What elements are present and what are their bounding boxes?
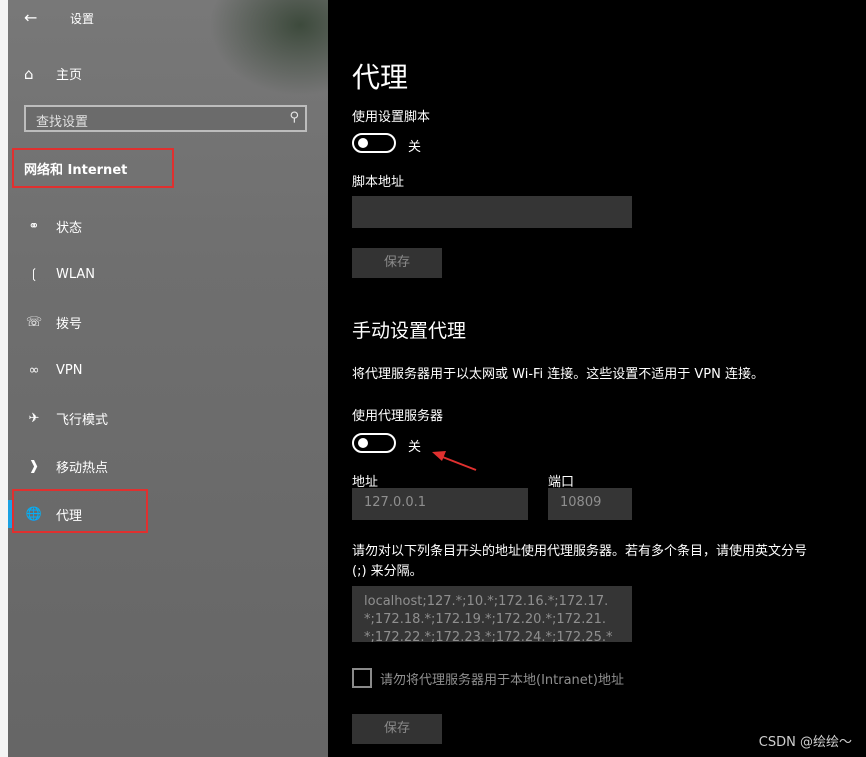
arrow-left-icon[interactable]: ← xyxy=(24,8,37,27)
proxy-toggle-label: 使用代理服务器 xyxy=(352,409,444,424)
globe-status-icon: ⚭ xyxy=(28,218,40,234)
manual-proxy-heading: 手动设置代理 xyxy=(352,320,467,342)
page-title: 代理 xyxy=(352,61,409,94)
home-icon: ⌂ xyxy=(24,64,34,83)
search-input[interactable]: 查找设置 ⚲ xyxy=(24,105,307,132)
search-icon[interactable]: ⚲ xyxy=(289,110,299,125)
vpn-icon: ∞ xyxy=(28,362,40,378)
script-address-input[interactable] xyxy=(352,196,632,228)
exceptions-description: 请勿对以下列条目开头的地址使用代理服务器。若有多个条目，请使用英文分号 (;) … xyxy=(352,544,808,579)
sidebar-item-status[interactable]: ⚭ 状态 xyxy=(24,214,82,238)
sidebar-item-proxy[interactable]: 🌐 代理 xyxy=(24,502,82,526)
sidebar-item-airplane-mode[interactable]: ✈ 飞行模式 xyxy=(24,406,108,430)
airplane-icon: ✈ xyxy=(28,410,40,426)
sidebar-item-dialup[interactable]: ☏ 拨号 xyxy=(24,310,82,334)
sidebar-item-label: 移动热点 xyxy=(56,460,109,476)
use-setup-script-toggle[interactable] xyxy=(352,133,396,153)
proxy-address-input[interactable]: 127.0.0.1 xyxy=(352,488,528,520)
toggle-knob xyxy=(358,438,368,448)
script-toggle-state: 关 xyxy=(408,140,422,155)
sidebar-item-label: WLAN xyxy=(56,266,96,282)
sidebar-item-home[interactable]: ⌂ 主页 xyxy=(24,64,83,84)
annotation-arrow xyxy=(432,451,477,471)
app-title: 设置 xyxy=(70,12,95,26)
proxy-port-input[interactable]: 10809 xyxy=(548,488,632,520)
hotspot-icon: ❱ xyxy=(28,458,40,474)
bypass-local-checkbox[interactable] xyxy=(352,668,372,688)
sidebar-item-label: 代理 xyxy=(56,508,83,524)
save-proxy-button[interactable]: 保存 xyxy=(352,714,442,744)
proxy-toggle-state: 关 xyxy=(408,440,422,455)
section-title: 网络和 Internet xyxy=(24,163,128,178)
toggle-knob xyxy=(358,138,368,148)
proxy-exceptions-textarea[interactable]: localhost;127.*;10.*;172.16.*;172.17.*;1… xyxy=(352,586,632,642)
proxy-settings-panel: 代理 使用设置脚本 关 脚本地址 保存 手动设置代理 将代理服务器用于以太网或 … xyxy=(328,0,866,757)
globe-icon: 🌐 xyxy=(25,506,43,522)
dialup-icon: ☏ xyxy=(25,314,43,330)
sidebar-item-wlan[interactable]: ❲ WLAN xyxy=(24,262,95,286)
bypass-local-label: 请勿将代理服务器用于本地(Intranet)地址 xyxy=(380,673,624,688)
settings-sidebar: ← 设置 ⌂ 主页 查找设置 ⚲ 网络和 Internet ⚭ 状态 ❲ WLA… xyxy=(0,0,328,757)
manual-proxy-description: 将代理服务器用于以太网或 Wi-Fi 连接。这些设置不适用于 VPN 连接。 xyxy=(352,367,765,382)
search-placeholder: 查找设置 xyxy=(36,115,89,130)
sidebar-item-label: 飞行模式 xyxy=(56,412,109,428)
window-edge xyxy=(0,0,8,757)
script-address-label: 脚本地址 xyxy=(352,175,405,190)
use-proxy-server-toggle[interactable] xyxy=(352,433,396,453)
watermark: CSDN @绘绘～ xyxy=(758,735,852,750)
script-toggle-label: 使用设置脚本 xyxy=(352,110,431,125)
sidebar-item-label: VPN xyxy=(56,362,83,378)
sidebar-item-label: 状态 xyxy=(56,220,83,236)
sidebar-item-vpn[interactable]: ∞ VPN xyxy=(24,358,83,382)
proxy-address-value: 127.0.0.1 xyxy=(364,495,427,510)
save-script-button[interactable]: 保存 xyxy=(352,248,442,278)
proxy-port-value: 10809 xyxy=(560,495,602,510)
wifi-icon: ❲ xyxy=(28,266,40,282)
sidebar-item-label: 拨号 xyxy=(56,316,83,332)
proxy-exceptions-value: localhost;127.*;10.*;172.16.*;172.17.*;1… xyxy=(364,594,613,642)
sidebar-item-label: 主页 xyxy=(56,68,83,83)
sidebar-item-hotspot[interactable]: ❱ 移动热点 xyxy=(24,454,108,478)
